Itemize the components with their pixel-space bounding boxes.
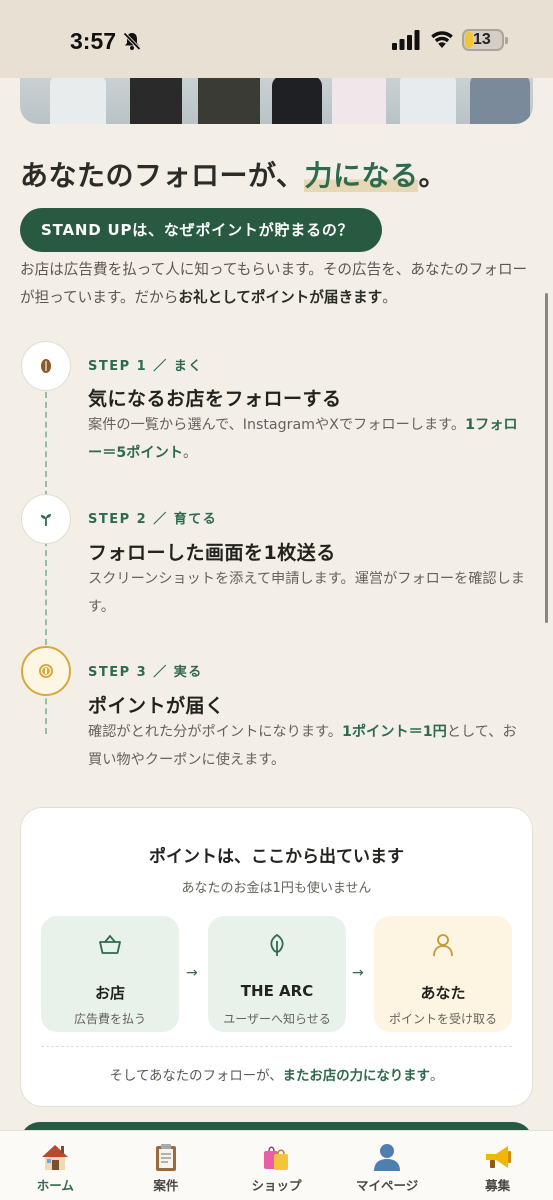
flow-shop-name: お店 (94, 984, 125, 1002)
scrollbar[interactable] (545, 293, 548, 623)
flow-you: あなた ポイントを受け取る (374, 916, 512, 1032)
flow-you-name: あなた (420, 984, 466, 1002)
page-title: あなたのフォローが、力になる。 (20, 159, 447, 192)
flow-the-arc-name: THE ARC (240, 982, 314, 1000)
step-2-title: フォローした画面を1枚送る (88, 542, 336, 564)
battery-icon: 13 (462, 29, 508, 51)
coin-icon (21, 646, 71, 696)
headline-accent: 力になる (304, 159, 419, 192)
tab-recruit-label: 募集 (485, 1178, 511, 1193)
tab-mypage[interactable]: マイページ (332, 1131, 443, 1200)
tab-recruit[interactable]: 募集 (442, 1131, 553, 1200)
user-silhouette-icon (374, 1144, 401, 1171)
why-points-button[interactable]: STAND UPは、なぜポイントが貯まるの？ (20, 208, 382, 252)
step-1-label: STEP 1 ／ まく (88, 359, 203, 374)
arrow-right-icon: → (352, 965, 364, 981)
status-bar: 3:57 13 (0, 0, 553, 78)
flow-shop: お店 広告費を払う (41, 916, 179, 1032)
points-source-card: ポイントは、ここから出ています あなたのお金は1円も使いません お店 広告費を払… (20, 807, 533, 1107)
seed-icon (21, 341, 71, 391)
arrow-right-icon: → (186, 965, 198, 981)
bottom-tab-bar: ホーム 案件 ショップ マイページ 募集 (0, 1130, 553, 1200)
battery-level: 13 (473, 31, 491, 48)
tab-mypage-label: マイページ (355, 1178, 419, 1193)
step-3-description: 確認がとれた分がポイントになります。1ポイント＝1円として、お買い物やクーポンに… (88, 724, 517, 768)
card-footer: そしてあなたのフォローが、またお店の力になります。 (109, 1069, 444, 1084)
flow-the-arc-desc: ユーザーへ知らせる (223, 1012, 331, 1026)
step-1-description: 案件の一覧から選んで、InstagramやXでフォローします。1フォロー＝5ポイ… (88, 417, 518, 461)
status-time: 3:57 (70, 28, 117, 54)
tab-projects[interactable]: 案件 (111, 1131, 222, 1200)
tab-projects-label: 案件 (153, 1178, 179, 1193)
step-2-label: STEP 2 ／ 育てる (88, 512, 218, 527)
megaphone-icon (485, 1146, 511, 1168)
step-3-title: ポイントが届く (88, 695, 225, 717)
card-subtitle: あなたのお金は1円も使いません (181, 881, 372, 896)
step-1-title: 気になるお店をフォローする (88, 388, 342, 410)
shopping-bags-icon (264, 1146, 289, 1170)
leaf-icon (270, 933, 284, 956)
tab-shop-label: ショップ (251, 1178, 302, 1193)
intro-text: お店は広告費を払って人に知ってもらいます。その広告を、あなたのフォローが担ってい… (20, 261, 528, 306)
signal-icon (392, 30, 420, 50)
tab-home-label: ホーム (36, 1178, 74, 1193)
person-icon (433, 934, 453, 957)
house-icon (42, 1145, 69, 1170)
step-2-description: スクリーンショットを添えて申請します。運営がフォローを確認します。 (88, 571, 525, 615)
step-3-label: STEP 3 ／ 実る (88, 665, 203, 680)
card-title: ポイントは、ここから出ています (149, 847, 404, 867)
sprout-icon (21, 494, 71, 544)
bell-muted-icon (123, 32, 141, 51)
divider (41, 1046, 512, 1047)
tab-shop[interactable]: ショップ (221, 1131, 332, 1200)
wifi-icon (431, 31, 453, 48)
tab-home[interactable]: ホーム (0, 1131, 111, 1200)
flow-you-desc: ポイントを受け取る (388, 1012, 497, 1026)
flow-the-arc: THE ARC ユーザーへ知らせる (208, 916, 346, 1032)
flow-shop-desc: 広告費を払う (73, 1012, 146, 1026)
basket-icon (99, 934, 121, 954)
clipboard-icon (155, 1144, 176, 1171)
